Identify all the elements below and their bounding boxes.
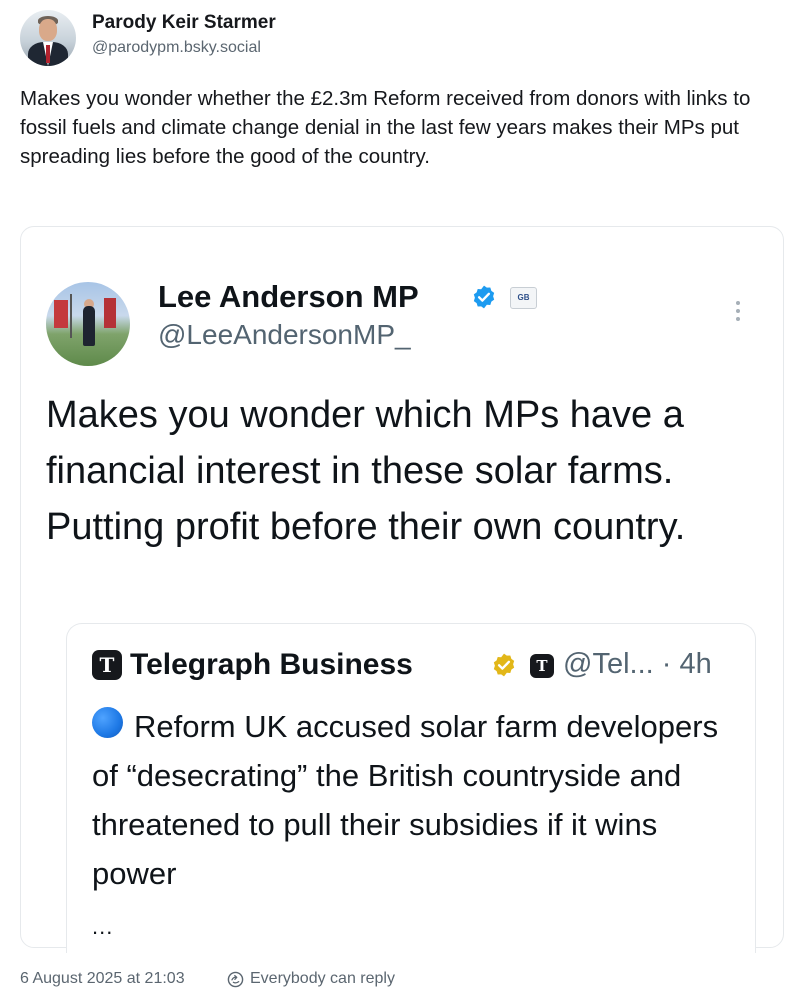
embed-tweet-text: Makes you wonder which MPs have a financ… (46, 394, 686, 548)
post-text: Makes you wonder whether the £2.3m Refor… (20, 87, 751, 168)
telegraph-affiliate-icon: T (530, 654, 554, 678)
affiliate-badge-icon: GB (510, 287, 537, 309)
more-options-icon (733, 301, 743, 329)
verified-gold-badge-icon (493, 653, 515, 677)
telegraph-logo-icon: T (92, 650, 122, 680)
bluesky-post: Parody Keir Starmer @parodypm.bsky.socia… (0, 0, 802, 1000)
post-timestamp[interactable]: 6 August 2025 at 21:03 (20, 970, 185, 988)
embedded-tweet-screenshot[interactable]: Lee Anderson MP GB @LeeAndersonMP_ Makes… (20, 226, 784, 953)
quoted-tweet: T Telegraph Business T @Tel... · 4h Refo… (66, 623, 756, 953)
author-avatar[interactable] (20, 10, 76, 66)
reply-setting[interactable]: Everybody can reply (250, 970, 395, 988)
embed-author-handle: @LeeAndersonMP_ (158, 319, 411, 350)
verified-badge-icon (473, 285, 495, 309)
embed-author-avatar (46, 282, 130, 366)
quoted-handle-time: @Tel... · 4h (563, 648, 712, 680)
author-handle[interactable]: @parodypm.bsky.social (92, 39, 261, 57)
quoted-truncation: ... (92, 914, 114, 939)
author-name[interactable]: Parody Keir Starmer (92, 12, 276, 34)
quoted-author-name: Telegraph Business (130, 648, 413, 681)
reply-settings-icon (227, 971, 244, 988)
embed-author-name: Lee Anderson MP (158, 279, 419, 314)
quoted-tweet-text: Reform UK accused solar farm developers … (92, 709, 719, 891)
